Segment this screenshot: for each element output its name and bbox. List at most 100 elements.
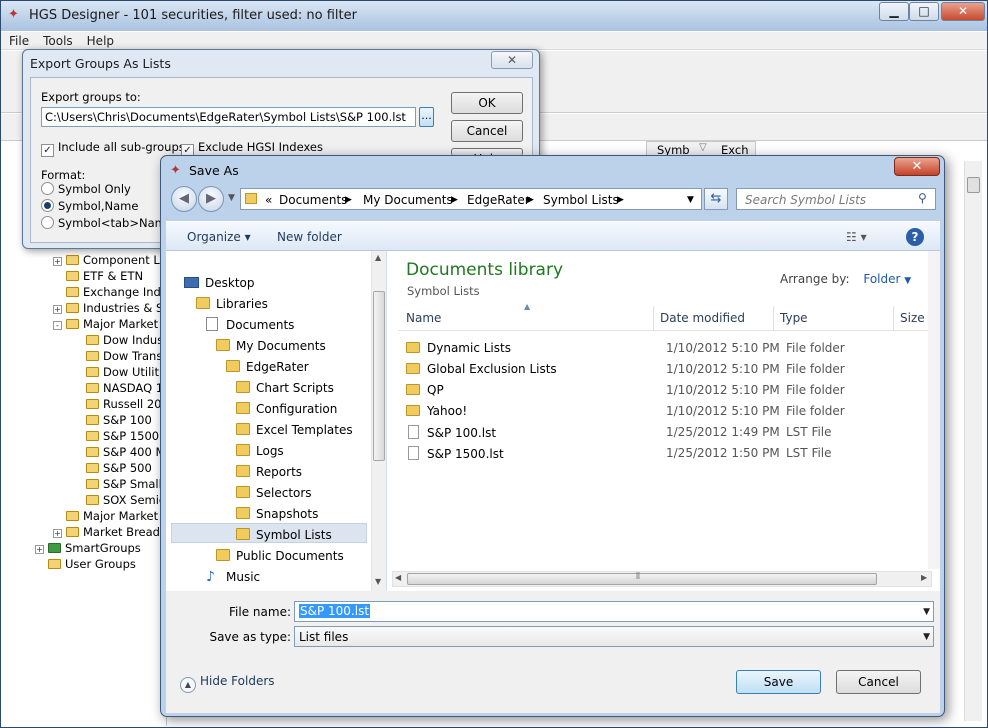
tree-item[interactable]: User Groups (35, 557, 165, 573)
file-row[interactable]: S&P 100.lst 1/25/2012 1:49 PM LST File (400, 422, 925, 442)
cancel-button[interactable]: Cancel (836, 670, 921, 694)
maximize-button[interactable]: □ (909, 2, 939, 21)
tree-item[interactable]: Major Market In (53, 509, 165, 525)
scroll-thumb[interactable]: ⦀ (407, 572, 877, 585)
file-row[interactable]: Dynamic Lists 1/10/2012 5:10 PM File folde… (400, 338, 925, 358)
nav-item[interactable]: EdgeRater (226, 357, 309, 377)
format-symbol-only-radio[interactable]: Symbol Only (41, 182, 131, 196)
export-path-input[interactable]: C:\Users\Chris\Documents\EdgeRater\Symbo… (41, 107, 416, 127)
tree-item[interactable]: Dow Utilitie (73, 365, 165, 381)
main-title-bar[interactable]: ✦ HGS Designer - 101 securities, filter … (1, 1, 987, 31)
file-row[interactable]: QP 1/10/2012 5:10 PM File folder (400, 380, 925, 400)
save-close-button[interactable]: ✕ (894, 157, 940, 176)
expand-icon[interactable]: + (53, 529, 62, 538)
address-bar[interactable]: « Documents ▶ My Documents ▶ EdgeRater ▶… (240, 188, 702, 210)
menu-help[interactable]: Help (79, 32, 120, 48)
nav-item[interactable]: Configuration (236, 399, 337, 419)
minimize-button[interactable]: ▁ (879, 2, 909, 21)
column-name[interactable]: Name (406, 311, 441, 325)
arrange-dropdown[interactable]: Folder (863, 272, 900, 286)
view-menu-icon[interactable]: ☷ ▾ (846, 230, 867, 244)
tree-item[interactable]: + SmartGroups (35, 541, 165, 557)
cancel-button[interactable]: Cancel (451, 120, 523, 142)
nav-item[interactable]: ♪ Music (206, 567, 260, 587)
format-symbol-tab-name-radio[interactable]: Symbol<tab>Name (41, 216, 173, 230)
chevron-down-icon[interactable]: ▼ (904, 276, 911, 286)
file-row[interactable]: Global Exclusion Lists 1/10/2012 5:10 PM F… (400, 359, 925, 379)
menu-file[interactable]: File (1, 32, 35, 48)
include-subgroups-checkbox[interactable]: ✓ Include all sub-groups (41, 140, 185, 157)
history-dropdown-icon[interactable]: ▼ (228, 193, 235, 203)
chevron-down-icon[interactable]: ▼ (923, 607, 930, 617)
tree-item[interactable]: Russell 200 (73, 397, 165, 413)
tree-item[interactable]: + Component Lists (53, 253, 165, 269)
breadcrumb-symbol-lists[interactable]: Symbol Lists (543, 193, 619, 207)
tree-item[interactable]: S&P Small ( (73, 477, 165, 493)
nav-item[interactable]: Libraries (196, 294, 268, 314)
file-list-scrollbar[interactable] (928, 251, 940, 569)
nav-item[interactable]: My Documents (216, 336, 326, 356)
expand-icon[interactable]: + (53, 305, 62, 314)
scroll-left-icon[interactable]: ◀ (395, 573, 401, 582)
scroll-thumb[interactable] (373, 291, 385, 461)
chevron-down-icon[interactable]: ▼ (923, 632, 930, 642)
nav-item[interactable]: Chart Scripts (236, 378, 334, 398)
help-icon[interactable]: ? (906, 228, 924, 246)
breadcrumb-overflow[interactable]: « (265, 193, 272, 207)
scroll-down-icon[interactable]: ▼ (375, 577, 381, 586)
address-dropdown-icon[interactable]: ▼ (687, 195, 694, 205)
expand-icon[interactable]: + (35, 545, 44, 554)
save-type-select[interactable]: List files ▼ (294, 626, 934, 647)
close-button[interactable]: ✕ (941, 2, 985, 21)
nav-item[interactable]: Documents (206, 315, 294, 335)
column-date[interactable]: Date modified (660, 311, 745, 325)
nav-item[interactable]: Symbol Lists (236, 525, 332, 545)
breadcrumb-my-documents[interactable]: My Documents (363, 193, 453, 207)
tree-item[interactable]: + Industries & Sec (53, 301, 165, 317)
search-icon[interactable]: ⚲ (918, 191, 927, 205)
tree-item[interactable]: Dow Transp (73, 349, 165, 365)
grid-scrollbar[interactable] (964, 161, 982, 721)
nav-item[interactable]: Reports (236, 462, 302, 482)
nav-item[interactable]: Logs (236, 441, 284, 461)
tree-item[interactable]: NASDAQ 1 (73, 381, 165, 397)
file-row[interactable]: Yahoo! 1/10/2012 5:10 PM File folder (400, 401, 925, 421)
nav-item[interactable]: Snapshots (236, 504, 318, 524)
hide-folders-toggle[interactable]: ▲ Hide Folders (180, 674, 275, 693)
expand-icon[interactable]: + (53, 257, 62, 266)
export-close-button[interactable]: ✕ (491, 51, 533, 69)
navigation-scrollbar[interactable]: ▲ ▼ (371, 251, 386, 591)
organize-button[interactable]: Organize ▾ (187, 230, 251, 244)
column-type[interactable]: Type (780, 311, 808, 325)
scroll-right-icon[interactable]: ▶ (921, 573, 927, 582)
tree-item[interactable]: + Market Breadth (53, 525, 165, 541)
file-name-input[interactable]: S&P 100.lst ▼ (294, 601, 934, 622)
nav-item[interactable]: Selectors (236, 483, 312, 503)
nav-item[interactable]: Desktop (184, 273, 255, 293)
forward-button[interactable]: ▶ (198, 186, 224, 212)
ok-button[interactable]: OK (451, 92, 523, 114)
search-input[interactable]: Search Symbol Lists (736, 188, 936, 210)
expand-icon[interactable]: - (53, 321, 62, 330)
tree-item[interactable]: SOX Semic (73, 493, 165, 509)
menu-tools[interactable]: Tools (35, 32, 79, 48)
tree-item[interactable]: S&P 100 (73, 413, 165, 429)
refresh-button[interactable]: ⇆ (704, 188, 728, 210)
breadcrumb-documents[interactable]: Documents (279, 193, 347, 207)
file-row[interactable]: S&P 1500.lst 1/25/2012 1:50 PM LST File (400, 443, 925, 463)
tree-item[interactable]: S&P 400 M (73, 445, 165, 461)
tree-item[interactable]: - Major Market In (53, 317, 165, 333)
format-symbol-name-radio[interactable]: Symbol,Name (41, 199, 138, 213)
breadcrumb-edgerater[interactable]: EdgeRater (467, 193, 530, 207)
nav-item[interactable]: Public Documents (216, 546, 344, 566)
tree-item[interactable]: Dow Indust (73, 333, 165, 349)
horizontal-scrollbar[interactable]: ◀ ⦀ ▶ (392, 571, 932, 587)
scroll-up-icon[interactable]: ▲ (375, 253, 381, 262)
tree-item[interactable]: ETF & ETN (53, 269, 165, 285)
nav-item[interactable]: Excel Templates (236, 420, 353, 440)
navigation-pane[interactable]: Desktop Libraries Documents My Documents Edg… (166, 251, 387, 591)
browse-button[interactable]: ... (419, 107, 434, 127)
back-button[interactable]: ◀ (171, 186, 197, 212)
column-size[interactable]: Size (900, 311, 925, 325)
tree-item[interactable]: S&P 500 (73, 461, 165, 477)
